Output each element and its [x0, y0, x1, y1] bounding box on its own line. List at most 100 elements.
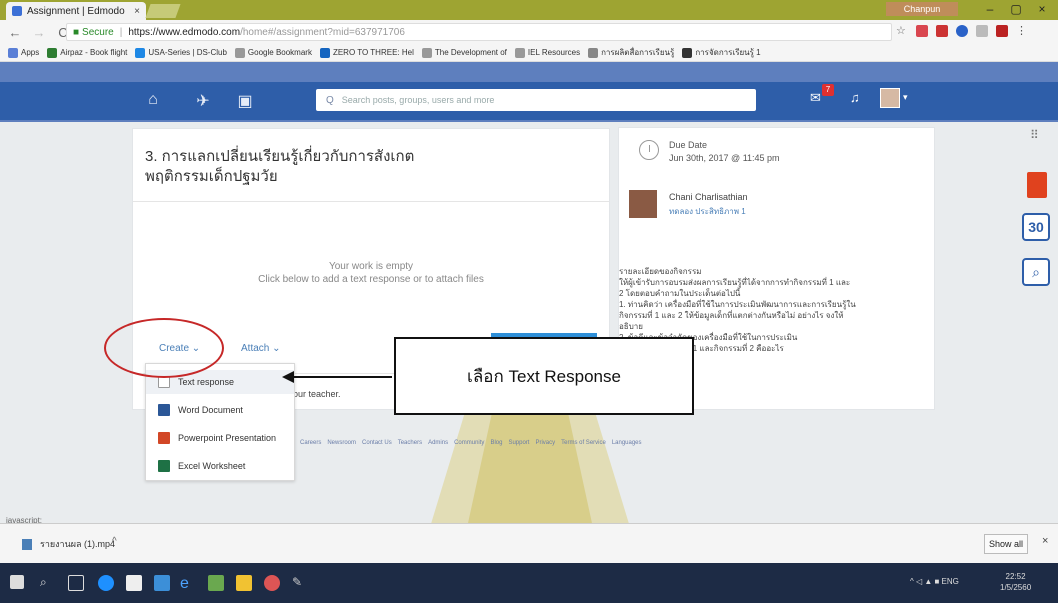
- bookmark-item[interactable]: Google Bookmark: [234, 47, 312, 58]
- search-icon[interactable]: ⌕: [40, 575, 56, 591]
- powerpoint-icon: [158, 432, 170, 444]
- bookmark-item[interactable]: ZERO TO THREE: Hel: [319, 47, 414, 58]
- description-line: 1. ท่านคิดว่า เครื่องมือที่ใช้ในการประเม…: [619, 300, 856, 309]
- discover-icon[interactable]: ✈: [192, 91, 214, 111]
- chevron-down-icon: ⌄: [272, 343, 281, 354]
- menu-icon[interactable]: ⋮: [1016, 25, 1028, 37]
- backpack-icon[interactable]: ▣: [234, 91, 256, 111]
- author-avatar[interactable]: [629, 190, 657, 218]
- browser-titlebar: Assignment | Edmodo × Chanpun – ▢ ×: [0, 0, 1058, 20]
- window-close-button[interactable]: ×: [1030, 2, 1054, 16]
- search-placeholder: Search posts, groups, users and more: [341, 95, 495, 105]
- excel-taskbar-icon[interactable]: [208, 575, 224, 591]
- bookmark-item[interactable]: The Development of: [421, 47, 507, 58]
- chrome-icon[interactable]: [264, 575, 280, 591]
- calendar-app-icon[interactable]: 30: [1022, 213, 1050, 241]
- bookmark-item[interactable]: IEL Resources: [514, 47, 580, 58]
- forward-icon[interactable]: →: [30, 25, 48, 40]
- description-line: กิจกรรมที่ 1 และ 2 ให้ข้อมูลเด็กที่แตกต่…: [619, 311, 844, 320]
- footer-link[interactable]: Teachers: [398, 440, 422, 446]
- footer-link[interactable]: Careers: [300, 440, 321, 446]
- edmodo-header: ⌂ ✈ ▣ Q Search posts, groups, users and …: [0, 62, 1058, 122]
- callout-arrow: [292, 376, 392, 378]
- create-dropdown-menu: Text response Word Document Powerpoint Pre…: [145, 363, 295, 481]
- dropdown-item-excel[interactable]: Excel Worksheet: [146, 454, 294, 478]
- clock-time: 22:52: [1005, 572, 1026, 581]
- bookmark-icon: [588, 47, 599, 58]
- store-icon[interactable]: [126, 575, 142, 591]
- extension-red2-icon[interactable]: [996, 25, 1008, 37]
- search-icon: Q: [326, 94, 334, 106]
- author-group-link[interactable]: ทดลอง ประสิทธิภาพ 1: [669, 205, 746, 218]
- arrow-head-icon: [282, 371, 294, 383]
- extension-blue-icon[interactable]: [956, 25, 968, 37]
- bookmarks-bar: Apps Airpaz - Book flight USA-Series | DS-…: [0, 44, 1058, 62]
- user-avatar[interactable]: [880, 88, 900, 108]
- attach-dropdown-button[interactable]: Attach ⌄: [241, 343, 281, 354]
- extension-red-icon[interactable]: [936, 25, 948, 37]
- author-name[interactable]: Chani Charlisathian: [669, 192, 748, 202]
- task-view-icon[interactable]: [68, 575, 84, 591]
- download-bar-close-icon[interactable]: ×: [1042, 535, 1048, 547]
- system-tray[interactable]: ^ ◁ ▲ ■ ENG: [910, 577, 959, 586]
- profile-chip[interactable]: Chanpun: [886, 2, 958, 16]
- app-icon[interactable]: [154, 575, 170, 591]
- extension-grey-icon[interactable]: [976, 25, 988, 37]
- ie-icon[interactable]: e: [180, 575, 196, 592]
- bookmark-item[interactable]: USA-Series | DS-Club: [135, 47, 227, 58]
- footer-link[interactable]: Community: [454, 440, 484, 446]
- download-item[interactable]: รายงานผล (1).mp4: [22, 537, 115, 551]
- language-indicator: ENG: [941, 577, 959, 586]
- maximize-button[interactable]: ▢: [1004, 2, 1028, 16]
- search-input[interactable]: Q Search posts, groups, users and more: [316, 89, 756, 111]
- chevron-down-icon[interactable]: ▾: [903, 92, 908, 103]
- footer-link[interactable]: Contact Us: [362, 440, 392, 446]
- empty-work-heading: Your work is empty: [328, 261, 414, 272]
- pocket-icon[interactable]: [916, 25, 928, 37]
- bookmark-label: การจัดการเรียนรู้ 1: [695, 48, 761, 57]
- footer-link[interactable]: Languages: [612, 440, 642, 446]
- dropdown-item-powerpoint[interactable]: Powerpoint Presentation: [146, 426, 294, 450]
- home-icon[interactable]: ⌂: [142, 91, 164, 109]
- bookmark-label: ZERO TO THREE: Hel: [332, 48, 414, 57]
- footer-link[interactable]: Blog: [490, 440, 502, 446]
- back-icon[interactable]: ←: [6, 25, 24, 40]
- star-icon[interactable]: ☆: [896, 25, 908, 37]
- minimize-button[interactable]: –: [978, 2, 1002, 16]
- footer-link[interactable]: Newsroom: [327, 440, 356, 446]
- apps-grid-icon[interactable]: ⠿: [1030, 128, 1039, 142]
- bookmark-label: Google Bookmark: [247, 48, 312, 57]
- new-tab-button[interactable]: [145, 4, 181, 18]
- footer-link[interactable]: Privacy: [535, 440, 555, 446]
- description-line: ให้ผู้เข้ารับการอบรมส่งผลการเรียนรู้ที่ไ…: [619, 278, 851, 287]
- quiz-app-icon[interactable]: ⌕: [1022, 258, 1050, 286]
- notification-count-badge: 7: [822, 84, 834, 96]
- bookmark-item[interactable]: การจัดการเรียนรู้ 1: [682, 46, 761, 59]
- footer-links: Careers Newsroom Contact Us Teachers Admins C…: [300, 440, 648, 446]
- chevron-up-icon[interactable]: ^: [112, 536, 117, 547]
- bookmark-item[interactable]: Airpaz - Book flight: [47, 47, 127, 58]
- description-line: 2 โดยตอบคำถามในประเด็นต่อไปนี้: [619, 289, 741, 298]
- url-field[interactable]: ■ Secure | https://www.edmodo.com /home#…: [66, 23, 892, 41]
- tab-close-icon[interactable]: ×: [134, 6, 140, 17]
- teacher-note: our teacher.: [293, 389, 341, 399]
- bookmark-item[interactable]: การผลิตสื่อการเรียนรู้: [588, 46, 674, 59]
- edmodo-nav-bar: ⌂ ✈ ▣ Q Search posts, groups, users and …: [0, 82, 1058, 120]
- bookmark-item[interactable]: Apps: [8, 47, 39, 58]
- footer-link[interactable]: Support: [508, 440, 529, 446]
- dropdown-item-word[interactable]: Word Document: [146, 398, 294, 422]
- windows-start-icon[interactable]: [10, 575, 24, 589]
- footer-link[interactable]: Admins: [428, 440, 448, 446]
- download-bar: รายงานผล (1).mp4 ^ Show all ×: [0, 523, 1058, 563]
- clock-icon: [639, 140, 659, 160]
- footer-link[interactable]: Terms of Service: [561, 440, 606, 446]
- edge-icon[interactable]: [98, 575, 114, 591]
- bookmark-icon: [319, 47, 330, 58]
- browser-tab[interactable]: Assignment | Edmodo ×: [6, 2, 146, 20]
- bell-icon[interactable]: ♫: [850, 90, 860, 105]
- explorer-icon[interactable]: [236, 575, 252, 591]
- show-all-button[interactable]: Show all: [984, 534, 1028, 554]
- office-app-icon[interactable]: [1027, 172, 1047, 198]
- taskbar-clock[interactable]: 22:52 1/5/2560: [1000, 571, 1031, 593]
- tool-icon[interactable]: ✎: [292, 575, 308, 591]
